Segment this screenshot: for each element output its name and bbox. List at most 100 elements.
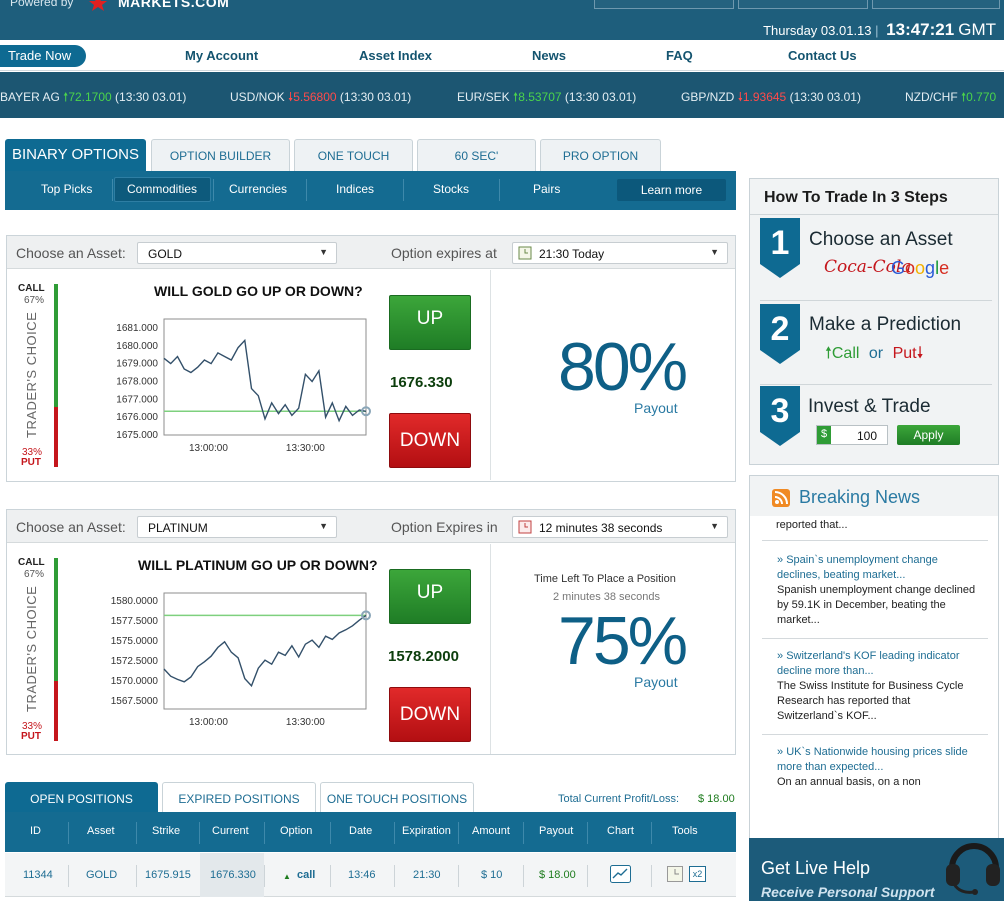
y-tick-label: 1677.000	[116, 394, 158, 405]
news-headline[interactable]: » Switzerland's KOF leading indicator de…	[777, 649, 977, 679]
chevron-right-icon: »	[777, 650, 787, 662]
subtab-indices[interactable]: Indices	[336, 182, 374, 196]
tab-60-sec[interactable]: 60 SEC'	[417, 139, 536, 171]
tab-option-builder[interactable]: OPTION BUILDER	[151, 139, 290, 171]
clock-tool-icon[interactable]	[667, 866, 683, 882]
invest-amount-input[interactable]: $ 100	[816, 425, 888, 445]
subtab-top-picks[interactable]: Top Picks	[41, 182, 92, 196]
double-up-button[interactable]: x2	[689, 866, 706, 882]
col-expiration: Expiration	[402, 825, 451, 837]
news-body: Spanish unemployment change declined by …	[777, 584, 976, 626]
nav-news[interactable]: News	[532, 48, 566, 63]
subtab-currencies[interactable]: Currencies	[229, 182, 287, 196]
col-divider	[136, 822, 137, 844]
cell-date: 13:46	[348, 869, 376, 881]
news-headline[interactable]: » Spain`s unemployment change declines, …	[777, 553, 977, 583]
news-item[interactable]: » Switzerland's KOF leading indicator de…	[777, 649, 977, 724]
call-word: Call	[831, 345, 860, 362]
up-label: UP	[416, 308, 444, 329]
ticker-item[interactable]: USD/NOK 🠗5.56800 (13:30 03.01)	[230, 88, 411, 109]
total-pl-value: $ 18.00	[698, 793, 735, 805]
tab-pro-option[interactable]: PRO OPTION	[540, 139, 661, 171]
step-2-title: Make a Prediction	[809, 314, 962, 335]
news-divider	[762, 734, 988, 735]
nav-faq[interactable]: FAQ	[666, 48, 693, 63]
subtab-commodities[interactable]: Commodities	[127, 182, 197, 196]
y-tick-label: 1680.000	[116, 341, 158, 352]
subtab-divider	[213, 179, 214, 201]
call-sentiment-bar	[54, 284, 58, 407]
ticker-item[interactable]: EUR/SEK 🠕8.53707 (13:30 03.01)	[457, 88, 636, 109]
gold-up-button[interactable]: UP	[389, 295, 471, 350]
top-field-3[interactable]	[872, 0, 1000, 9]
rss-icon	[772, 489, 790, 507]
col-date: Date	[349, 825, 373, 837]
gold-down-button[interactable]: DOWN	[389, 413, 471, 468]
asset-select[interactable]: GOLD ▼	[137, 242, 337, 264]
ticker-item[interactable]: NZD/CHF 🠕0.770	[905, 88, 996, 109]
chevron-down-icon: ▼	[319, 521, 328, 531]
top-field-2[interactable]	[738, 0, 868, 9]
up-label: UP	[416, 582, 444, 603]
clock-icon	[518, 246, 532, 260]
cell-divider	[458, 865, 459, 887]
subtab-divider	[499, 179, 500, 201]
tab-one-touch[interactable]: ONE TOUCH	[294, 139, 413, 171]
platinum-payout-label: Payout	[634, 674, 678, 690]
news-item[interactable]: » UK`s Nationwide housing prices slide m…	[777, 745, 977, 790]
expiry-select[interactable]: 21:30 Today ▼	[512, 242, 728, 264]
breaking-news-title: Breaking News	[799, 487, 921, 507]
clock-separator: |	[875, 23, 879, 38]
call-or-put: 🠕Call or Put🠗	[825, 342, 923, 369]
expiry-select[interactable]: 12 minutes 38 seconds ▼	[512, 516, 728, 538]
ticker-value: 8.53707	[518, 90, 562, 104]
top-field-1[interactable]	[594, 0, 734, 9]
platinum-up-button[interactable]: UP	[389, 569, 471, 624]
subtab-stocks[interactable]: Stocks	[433, 182, 469, 196]
platinum-down-button[interactable]: DOWN	[389, 687, 471, 742]
ticker-value: 1.93645	[742, 90, 787, 104]
expiry-label: Option expires at	[391, 245, 497, 261]
apply-button[interactable]: Apply	[897, 425, 960, 445]
choose-asset-label: Choose an Asset:	[16, 519, 126, 535]
cell-divider	[394, 865, 395, 887]
ticker-item[interactable]: BAYER AG 🠕72.1700 (13:30 03.01)	[0, 88, 186, 109]
tab-open-positions[interactable]: OPEN POSITIONS	[5, 782, 158, 812]
headset-icon	[946, 843, 1000, 895]
panel-divider	[490, 270, 491, 480]
ticker-value: 5.56800	[293, 90, 337, 104]
cell-divider	[68, 865, 69, 887]
cell-strike: 1675.915	[145, 869, 191, 881]
news-item[interactable]: » Spain`s unemployment change declines, …	[777, 553, 977, 628]
news-body: The Swiss Institute for Business Cycle R…	[777, 680, 964, 722]
arrow-up-icon: 🠕	[825, 345, 832, 362]
nav-my-account[interactable]: My Account	[185, 48, 258, 63]
news-divider	[762, 638, 988, 639]
col-divider	[587, 822, 588, 844]
trade-now-button[interactable]: Trade Now	[0, 45, 86, 67]
asset-select[interactable]: PLATINUM ▼	[137, 516, 337, 538]
step-1-badge: 1	[760, 218, 800, 278]
news-headline-text: Switzerland's KOF leading indicator decl…	[777, 650, 960, 677]
plot-area	[163, 592, 367, 710]
y-tick-label: 1567.5000	[111, 696, 159, 707]
y-tick-label: 1679.000	[116, 359, 158, 370]
down-label: DOWN	[399, 704, 461, 725]
ticker-name: EUR/SEK	[457, 90, 510, 104]
nav-asset-index[interactable]: Asset Index	[359, 48, 432, 63]
y-tick-label: 1572.5000	[111, 656, 159, 667]
tab-expired-positions[interactable]: EXPIRED POSITIONS	[162, 782, 316, 812]
tab-binary-options[interactable]: BINARY OPTIONS	[5, 139, 146, 171]
triangle-up-icon: ▲	[283, 872, 291, 881]
nav-contact-us[interactable]: Contact Us	[788, 48, 857, 63]
tab-one-touch-positions[interactable]: ONE TOUCH POSITIONS	[320, 782, 474, 812]
clock-date: Thursday 03.01.13	[763, 23, 872, 38]
call-label: CALL	[18, 557, 45, 568]
news-headline[interactable]: » UK`s Nationwide housing prices slide m…	[777, 745, 977, 775]
subtab-pairs[interactable]: Pairs	[533, 182, 560, 196]
x-tick-label: 13:30:00	[286, 717, 325, 728]
learn-more-button[interactable]: Learn more	[617, 179, 726, 201]
ticker-item[interactable]: GBP/NZD 🠗1.93645 (13:30 03.01)	[681, 88, 861, 109]
chart-icon[interactable]	[610, 865, 631, 883]
step-divider	[760, 300, 992, 301]
